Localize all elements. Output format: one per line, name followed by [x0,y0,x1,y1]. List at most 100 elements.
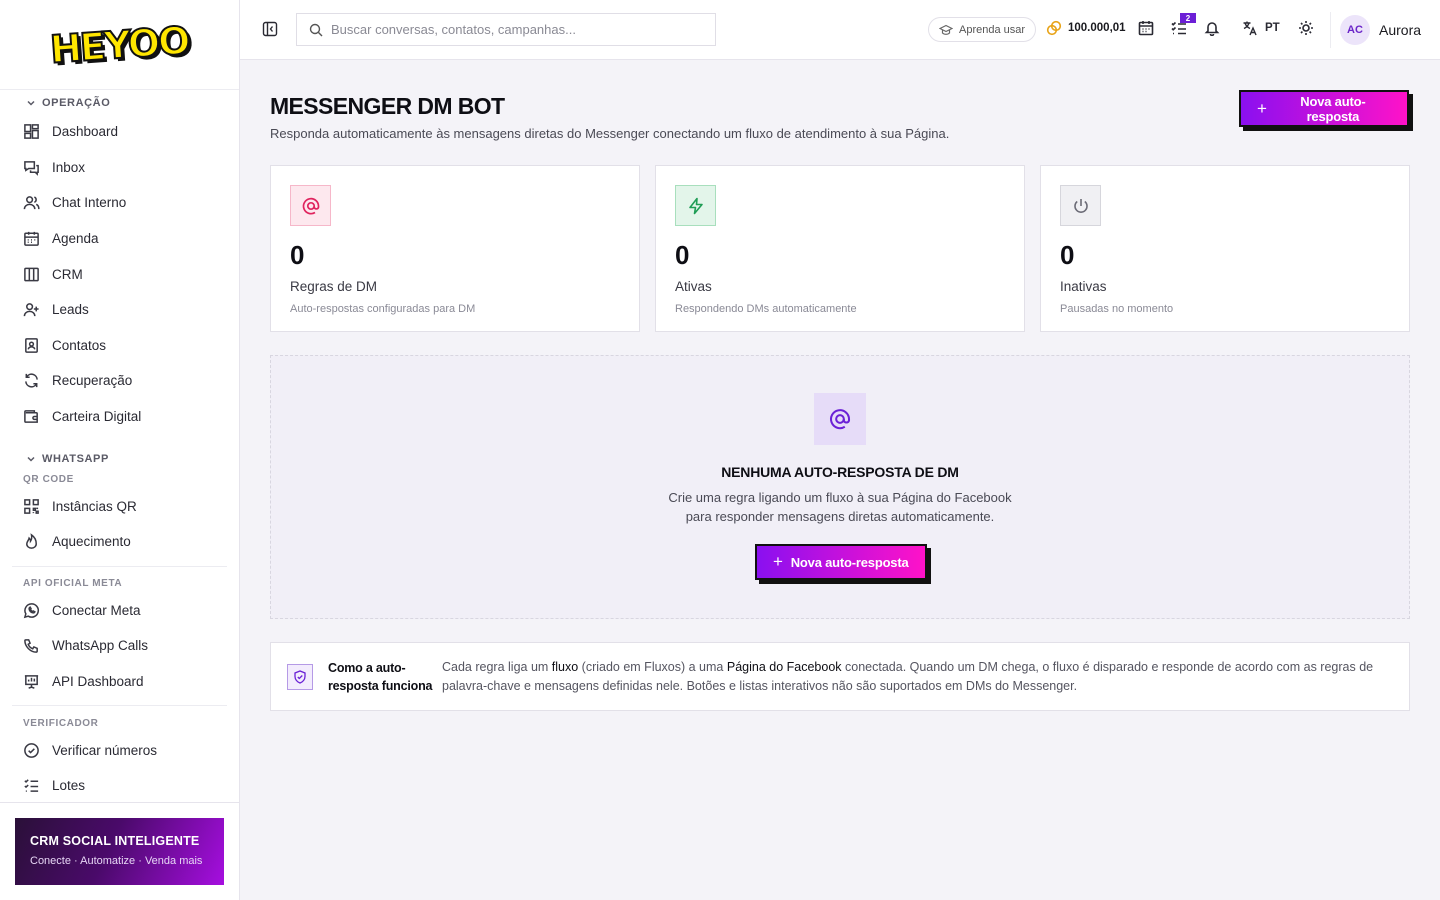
user-menu[interactable]: AC Aurora [1340,15,1421,45]
button-label: Nova auto-resposta [790,554,909,570]
sidebar-item-label: Agenda [52,231,99,247]
stat-value: 0 [1060,240,1075,270]
stat-label: Ativas [675,279,712,294]
translate-icon [1243,21,1257,36]
stat-description: Pausadas no momento [1060,303,1174,315]
calendar-icon [1138,21,1154,36]
theme-toggle[interactable] [1298,20,1316,38]
at-sign-icon [290,185,331,226]
calendar-icon [24,231,39,246]
kanban-icon [24,267,39,282]
sidebar-toggle-icon[interactable] [262,21,278,37]
empty-new-auto-reply-button[interactable]: + Nova auto-resposta [755,544,927,580]
page-subtitle: Responda automaticamente às mensagens di… [270,126,950,141]
section-label: OPERAÇÃO [42,97,111,109]
sidebar-item-label: Verificar números [52,742,158,758]
language-selector[interactable]: PT [1242,20,1280,36]
contact-book-icon [25,337,38,353]
sidebar-item-label: Chat Interno [52,195,127,211]
sun-icon [1299,21,1313,35]
notifications-button[interactable] [1204,20,1222,38]
promo-subtitle: Conecte · Automatize · Venda mais [30,855,203,867]
language-code: PT [1265,22,1280,34]
sidebar-item-inbox[interactable]: Inbox [0,150,239,186]
subsection-verificador: VERIFICADOR [23,717,99,729]
stat-label: Inativas [1060,279,1107,294]
info-box: Como a auto-resposta funciona Cada regra… [270,642,1410,711]
graduation-cap-icon [939,24,953,35]
info-text: Cada regra liga um fluxo (criado em Flux… [442,658,1392,696]
user-name: Aurora [1379,22,1422,38]
list-check-icon [24,779,39,793]
phone-icon [24,639,38,654]
info-text-part: Cada regra liga um [442,660,552,674]
sidebar-item-conectar-meta[interactable]: Conectar Meta [0,593,239,629]
coin-balance[interactable]: 100.000,01 [1046,20,1126,36]
sidebar-item-crm[interactable]: CRM [0,256,239,292]
app-logo[interactable]: HEYOO [48,17,191,73]
sidebar-item-leads[interactable]: Leads [0,292,239,328]
section-operacao[interactable]: OPERAÇÃO [0,92,239,114]
sidebar-item-label: WhatsApp Calls [52,638,149,654]
whatsapp-icon [23,602,40,619]
stat-description: Respondendo DMs automaticamente [675,303,857,315]
calendar-button[interactable] [1138,20,1156,38]
sidebar-item-api-dashboard[interactable]: API Dashboard [0,664,239,700]
sidebar-item-carteira[interactable]: Carteira Digital [0,399,239,435]
stat-value: 0 [290,240,305,270]
search-icon [309,23,323,36]
sidebar-item-label: Leads [52,302,89,318]
sidebar-item-chat-interno[interactable]: Chat Interno [0,185,239,221]
empty-title: NENHUMA AUTO-RESPOSTA DE DM [721,464,959,480]
avatar: AC [1340,15,1370,45]
search-box[interactable] [296,13,716,46]
section-whatsapp[interactable]: WHATSAPP [0,448,239,470]
logo-area: HEYOO [0,0,239,90]
stat-label: Regras de DM [290,279,378,294]
section-label: WHATSAPP [42,453,109,466]
divider [0,802,239,803]
sidebar-item-verificar-numeros[interactable]: Verificar números [0,732,239,768]
sidebar-item-whatsapp-calls[interactable]: WhatsApp Calls [0,628,239,664]
divider [1330,12,1331,48]
subsection-qr-code: QR CODE [23,473,74,485]
sidebar-item-dashboard[interactable]: Dashboard [0,114,239,150]
sidebar-item-label: API Dashboard [52,674,144,690]
divider [12,705,227,707]
sidebar-item-aquecimento[interactable]: Aquecimento [0,524,239,560]
page-title: MESSENGER DM BOT [270,93,505,119]
stat-card-dm-rules: 0 Regras de DM Auto-respostas configurad… [270,165,640,332]
sidebar-item-contatos[interactable]: Contatos [0,328,239,364]
new-auto-reply-button[interactable]: + Nova auto-resposta [1239,90,1409,127]
sidebar-item-recuperacao[interactable]: Recuperação [0,363,239,399]
sidebar-item-agenda[interactable]: Agenda [0,221,239,257]
chart-board-icon [24,675,39,689]
shield-check-icon [287,664,313,690]
sidebar-item-label: Carteira Digital [52,409,142,425]
subsection-api-oficial: API OFICIAL META [23,578,123,590]
stat-value: 0 [675,240,690,270]
sidebar-item-label: Dashboard [52,124,119,140]
info-title: Como a auto-resposta funciona [328,661,433,693]
sidebar-nav: OPERAÇÃO Dashboard Inbox Chat Interno Ag… [0,92,239,802]
sidebar-item-label: Inbox [52,159,86,175]
info-highlight: Página do Facebook [726,660,842,674]
sidebar: HEYOO OPERAÇÃO Dashboard Inbox Chat Inte… [0,0,240,900]
sidebar-item-instancias-qr[interactable]: Instâncias QR [0,488,239,524]
coins-icon [1046,20,1062,36]
sidebar-item-label: Aquecimento [52,534,131,550]
promo-banner[interactable]: CRM SOCIAL INTELIGENTE Conecte · Automat… [15,818,224,885]
learn-label: Aprenda usar [959,23,1026,36]
power-icon [1060,185,1101,226]
sidebar-item-label: Conectar Meta [52,602,141,618]
promo-title: CRM SOCIAL INTELIGENTE [30,834,200,848]
info-text-part: (criado em Fluxos) a uma [578,660,727,674]
sidebar-item-label: Instâncias QR [52,498,137,514]
users-icon [23,196,40,210]
refresh-icon [25,373,38,389]
learn-button[interactable]: Aprenda usar [928,17,1037,42]
search-input[interactable] [331,22,691,37]
sidebar-item-label: Contatos [52,337,107,353]
topbar: Aprenda usar 100.000,01 2 PT AC Aurora [240,0,1440,60]
sidebar-item-lotes[interactable]: Lotes [0,768,239,802]
